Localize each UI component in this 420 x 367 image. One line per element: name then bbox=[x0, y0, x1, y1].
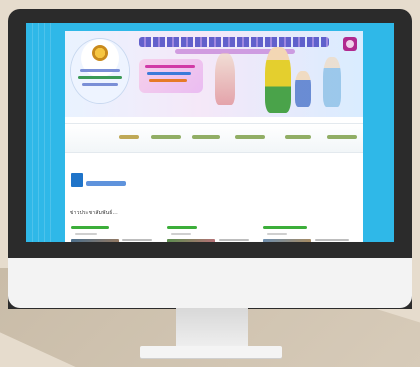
banner-child-figure bbox=[295, 71, 311, 107]
widget-logo-square bbox=[71, 173, 83, 187]
monitor-chin bbox=[8, 258, 412, 308]
monitor-stand-foot bbox=[140, 346, 282, 358]
logo-text-line bbox=[78, 76, 122, 79]
banner-motto-line bbox=[147, 72, 191, 75]
widget-logo-wordmark bbox=[86, 181, 126, 186]
nav-item[interactable] bbox=[327, 135, 357, 139]
school-logo[interactable] bbox=[71, 39, 129, 103]
news-excerpt-line bbox=[122, 239, 152, 241]
news-column-heading[interactable] bbox=[167, 226, 197, 229]
news-column-heading[interactable] bbox=[71, 226, 109, 229]
banner-teacher-figure bbox=[323, 57, 341, 107]
news-thumbnail[interactable] bbox=[71, 239, 119, 242]
logo-text-line bbox=[80, 69, 120, 72]
school-name-banner bbox=[139, 37, 329, 47]
main-navigation bbox=[65, 123, 363, 153]
news-excerpt-line bbox=[219, 239, 249, 241]
logo-text-line bbox=[82, 83, 118, 86]
news-thumbnail[interactable] bbox=[167, 239, 215, 242]
nav-item[interactable] bbox=[192, 135, 220, 139]
nav-item-home[interactable] bbox=[119, 135, 139, 139]
banner-motto-line bbox=[149, 79, 187, 82]
banner-student-figure bbox=[265, 47, 291, 113]
badge-icon[interactable] bbox=[343, 37, 357, 51]
monitor-stand-neck bbox=[176, 308, 248, 348]
site-banner bbox=[65, 31, 363, 117]
website-page: ข่าวประชาสัมพันธ์... bbox=[65, 31, 363, 242]
banner-dancer-figure bbox=[215, 53, 235, 105]
news-column-date bbox=[267, 233, 287, 235]
nav-item[interactable] bbox=[285, 135, 311, 139]
news-thumbnail[interactable] bbox=[263, 239, 311, 242]
widget-logo-icon[interactable] bbox=[71, 170, 131, 192]
banner-motto-line bbox=[145, 65, 195, 68]
news-column-heading[interactable] bbox=[263, 226, 307, 229]
news-excerpt-line bbox=[315, 239, 349, 241]
monitor-screen: ข่าวประชาสัมพันธ์... bbox=[26, 23, 394, 242]
nav-item[interactable] bbox=[151, 135, 181, 139]
nav-item[interactable] bbox=[235, 135, 265, 139]
school-emblem-icon bbox=[92, 45, 108, 61]
news-column-date bbox=[171, 233, 191, 235]
news-section-title: ข่าวประชาสัมพันธ์... bbox=[70, 210, 118, 216]
news-column-date bbox=[75, 233, 97, 235]
